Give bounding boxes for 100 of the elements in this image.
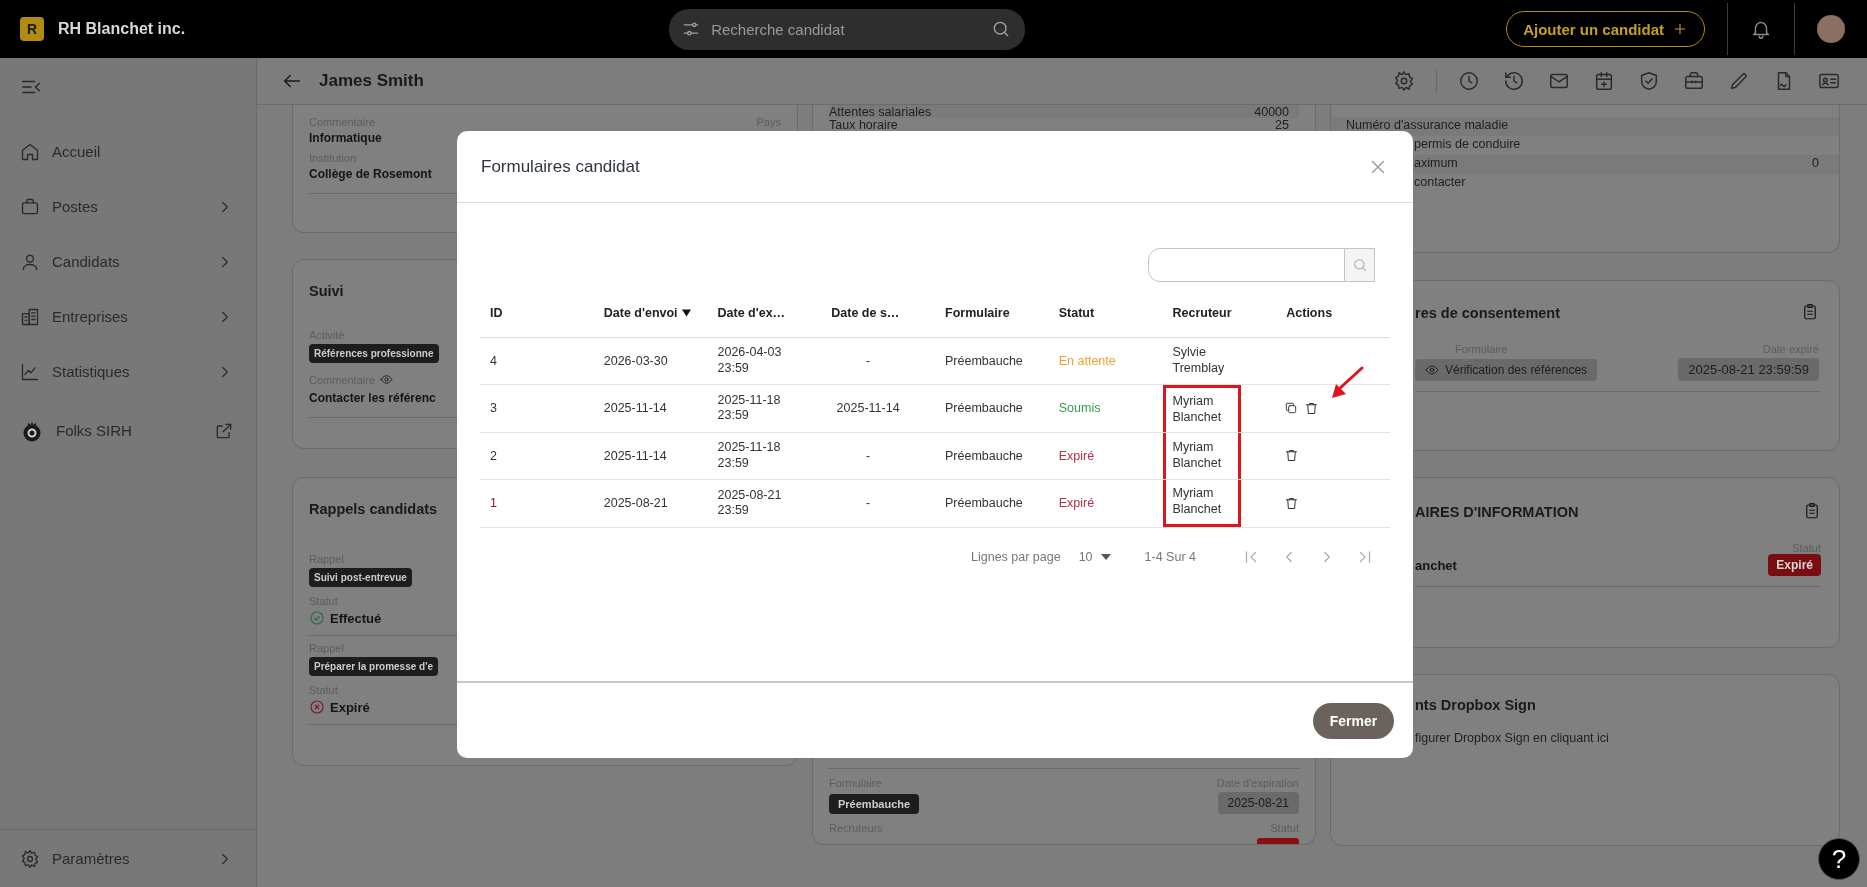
table-cell: Myriam Blanchet	[1162, 385, 1241, 432]
field-label: aximum	[1414, 156, 1458, 172]
clipboard-icon[interactable]	[1801, 303, 1819, 321]
toolbox-icon[interactable]	[1683, 70, 1705, 92]
status-text: Effectué	[330, 610, 382, 626]
shield-check-icon[interactable]	[1638, 70, 1660, 92]
plus-icon	[1672, 21, 1688, 37]
table-cell-text: 2025-08-21	[602, 496, 669, 511]
table-cell-text: Préembauche	[944, 496, 1024, 511]
field-value: 25	[1275, 119, 1289, 130]
table-cell: Myriam Blanchet	[1162, 432, 1241, 479]
table-cell-text: 2025-11-14	[602, 448, 668, 463]
sort-descending-icon	[681, 309, 691, 318]
annotation-arrow	[1329, 365, 1365, 401]
sidebar-item[interactable]: Accueil	[0, 124, 256, 179]
candidate-name: James Smith	[319, 71, 424, 91]
table-cell-text: -	[865, 496, 872, 511]
delete-button[interactable]	[1284, 448, 1300, 464]
card-title: nts Dropbox Sign	[1415, 697, 1536, 713]
table-cell-text: 1	[489, 496, 498, 511]
eye-icon	[380, 373, 394, 386]
expiry-date: 2025-08-21	[1217, 792, 1299, 814]
column-header[interactable]: ID	[480, 306, 594, 321]
form-view-button[interactable]: Vérification des références	[1415, 359, 1598, 381]
field-value: anchet	[1415, 557, 1457, 573]
briefcase-icon	[20, 196, 40, 217]
column-header[interactable]: Formulaire	[935, 306, 1049, 321]
sidebar-item[interactable]: Entreprises	[0, 289, 256, 344]
search-field[interactable]: Recherche candidat	[669, 8, 1026, 50]
column-header[interactable]: Date de s…	[821, 306, 935, 321]
status-text: Expiré	[330, 699, 370, 715]
configure-link[interactable]: figurer Dropbox Sign en cliquant ici	[1415, 731, 1821, 745]
table-cell-text: -	[865, 353, 872, 368]
field-value: Informatique	[309, 131, 382, 145]
field-label: permis de conduire	[1414, 137, 1521, 153]
clipboard-icon[interactable]	[1803, 502, 1821, 520]
table-cell-text: Préembauche	[944, 353, 1024, 368]
card-title: Rappels candidats	[309, 501, 438, 517]
settings-item[interactable]: Paramètres	[0, 829, 256, 887]
settings-icon[interactable]	[1393, 70, 1415, 92]
rows-per-page-label: Lignes par page	[971, 549, 1061, 564]
settings-icon	[20, 848, 40, 869]
field-value: Contacter les référenc	[309, 391, 436, 405]
calendar-plus-icon[interactable]	[1593, 70, 1615, 92]
caret-icon	[1100, 553, 1111, 560]
expiry-date: 2025-08-21 23:59:59	[1678, 358, 1819, 381]
rows-per-page-select[interactable]: 10	[1072, 548, 1117, 565]
delete-button[interactable]	[1304, 400, 1320, 416]
trash-icon	[1284, 448, 1300, 464]
copy-button[interactable]	[1284, 400, 1299, 416]
table-cell-text: 2025-08-21 23:59	[717, 487, 783, 519]
table-cell-text: Préembauche	[944, 401, 1024, 416]
table-cell-text: 3	[489, 401, 498, 416]
card-title: res de consentement	[1415, 305, 1561, 321]
sidebar-item[interactable]: Folks SIRH	[0, 403, 256, 458]
table-cell-text: 2	[489, 448, 498, 463]
reminder-tag: Suivi post-entrevue	[309, 568, 412, 587]
eye-icon	[1425, 363, 1439, 377]
table-cell-text: 2025-11-18 23:59	[717, 440, 782, 472]
table-cell-text: 2026-03-30	[602, 353, 669, 368]
avatar[interactable]	[1817, 15, 1845, 43]
column-header[interactable]: Date d'ex…	[707, 306, 822, 321]
trash-icon	[1304, 400, 1320, 416]
building-icon	[20, 306, 40, 327]
sidebar-item[interactable]: Statistiques	[0, 344, 256, 399]
home-icon	[20, 141, 40, 162]
card-title: AIRES D'INFORMATION	[1415, 504, 1579, 520]
column-header[interactable]: Actions	[1276, 306, 1390, 321]
delete-button[interactable]	[1284, 495, 1300, 511]
close-dialog-button[interactable]: Fermer	[1313, 702, 1394, 739]
status-text: Soumis	[1057, 401, 1102, 416]
clock-icon[interactable]	[1458, 70, 1480, 92]
history-icon[interactable]	[1503, 70, 1525, 92]
help-button[interactable]: ?	[1818, 838, 1860, 880]
form-tag: Préembauche	[829, 794, 920, 814]
field-value: Collège de Rosemont	[309, 167, 432, 181]
dialog-title: Formulaires candidat	[481, 156, 641, 177]
trash-icon	[1284, 495, 1300, 511]
sidebar-item[interactable]: Postes	[0, 179, 256, 234]
search-field[interactable]	[1148, 248, 1345, 282]
status-text: Expiré	[1057, 448, 1096, 463]
activity-tag: Références professionne	[309, 344, 439, 363]
table-cell-text: 2025-11-14	[602, 401, 668, 416]
column-header[interactable]: Statut	[1048, 306, 1163, 321]
brand-name: RH Blanchet inc.	[58, 20, 186, 38]
sidebar-item[interactable]: Candidats	[0, 234, 256, 289]
pen-icon[interactable]	[1728, 70, 1750, 92]
logo: R	[20, 17, 44, 41]
copy-icon	[1284, 401, 1299, 416]
column-header[interactable]: Recruteur	[1162, 306, 1277, 321]
field-label: Numéro d'assurance maladie	[1346, 118, 1509, 134]
table-cell-text: 2025-11-18 23:59	[717, 392, 782, 424]
status-text: En attente	[1057, 353, 1117, 368]
table-cell-text: -	[865, 448, 872, 463]
status-text: Expiré	[1057, 496, 1096, 511]
column-header[interactable]: Date d'envoi	[593, 306, 708, 321]
field-label: Attentes salariales	[829, 106, 932, 117]
reminder-tag: Préparer la promesse d'e	[309, 657, 439, 676]
field-value: 40000	[1254, 106, 1289, 117]
table-cell-text: 2025-11-14	[835, 401, 901, 416]
